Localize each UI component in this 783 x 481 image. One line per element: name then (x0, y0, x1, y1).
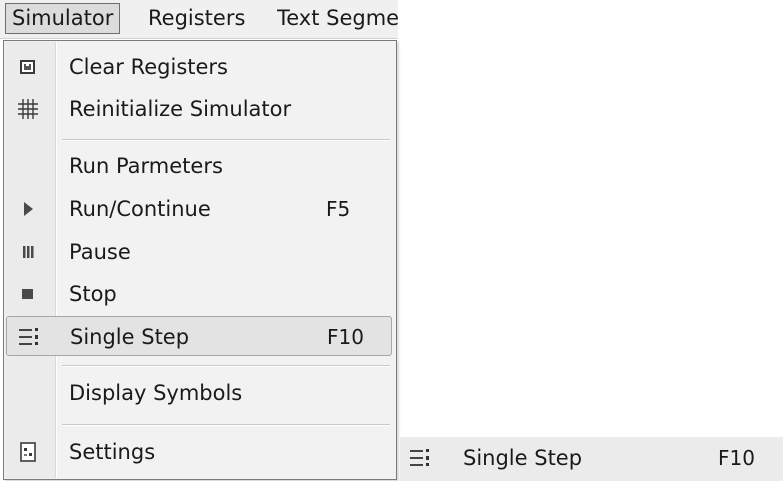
menu-item-single-step[interactable]: Single Step F10 (6, 316, 392, 356)
menu-text-segment[interactable]: Text Segme (277, 0, 398, 36)
menu-item-shortcut: F10 (718, 446, 755, 470)
menu-item-run-continue[interactable]: Run/Continue F5 (6, 189, 392, 229)
grid-icon (16, 97, 40, 121)
menu-item-label: Single Step (463, 446, 583, 470)
simulator-dropdown-menu: Clear Registers Reinitialize Simulator R… (3, 40, 397, 480)
menu-bar: Simulator Registers Text Segme (0, 0, 398, 39)
clear-registers-icon (16, 55, 40, 79)
menu-item-label: Run Parmeters (69, 154, 223, 178)
menu-registers[interactable]: Registers (148, 0, 245, 36)
single-step-icon (17, 325, 41, 349)
menu-item-label: Display Symbols (69, 381, 243, 405)
settings-icon (16, 440, 40, 464)
menu-item-label: Single Step (70, 325, 190, 349)
menu-item-pause[interactable]: Pause (6, 232, 392, 272)
menu-item-shortcut: F5 (326, 197, 351, 221)
menu-item-label: Clear Registers (69, 55, 228, 79)
menu-item-stop[interactable]: Stop (6, 274, 392, 314)
menu-item-label: Stop (69, 282, 117, 306)
menu-separator (62, 365, 390, 367)
single-step-item-sample[interactable]: Single Step F10 (400, 437, 783, 481)
menu-item-run-parameters[interactable]: Run Parmeters (6, 146, 392, 186)
menu-separator (62, 139, 390, 141)
menu-item-label: Settings (69, 440, 156, 464)
stop-icon (16, 282, 40, 306)
menu-item-reinitialize-simulator[interactable]: Reinitialize Simulator (6, 89, 392, 129)
menu-item-settings[interactable]: Settings (6, 432, 392, 472)
menu-separator (62, 424, 390, 426)
menu-simulator[interactable]: Simulator (5, 3, 121, 34)
play-icon (16, 197, 40, 221)
single-step-icon (408, 446, 432, 470)
menu-item-label: Run/Continue (69, 197, 211, 221)
menu-item-shortcut: F10 (327, 325, 364, 349)
menu-item-clear-registers[interactable]: Clear Registers (6, 47, 392, 87)
menu-item-display-symbols[interactable]: Display Symbols (6, 373, 392, 413)
menu-item-label: Reinitialize Simulator (69, 97, 292, 121)
menu-item-label: Pause (69, 240, 131, 264)
pause-icon (16, 240, 40, 264)
